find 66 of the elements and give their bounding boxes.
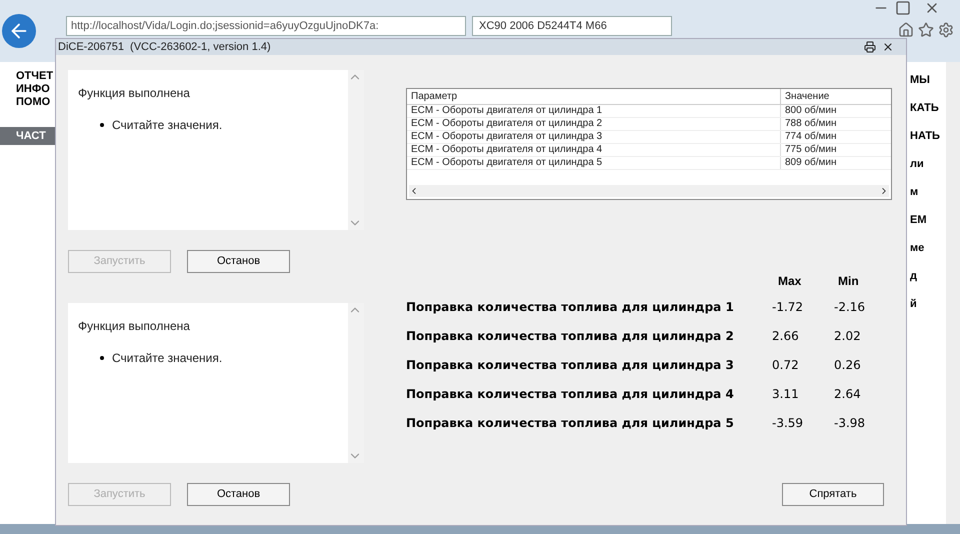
status-message: Функция выполнена xyxy=(78,85,191,102)
address-text: http://localhost/Vida/Login.do;jsessionid=a6yuyOzguUjnoDK7a: xyxy=(71,18,379,34)
max-value: 2.66 xyxy=(772,328,800,345)
window-title: DiCE-206751 xyxy=(58,40,124,55)
page-text: ме xyxy=(910,241,926,256)
favorites-icon[interactable] xyxy=(918,22,934,38)
result-label: Поправка количества топлива для цилиндра 2 xyxy=(406,328,735,345)
page-text: ли xyxy=(910,157,925,172)
result-label: Поправка количества топлива для цилиндра 1 xyxy=(406,299,735,316)
min-value: -3.98 xyxy=(834,415,866,432)
back-button[interactable] xyxy=(2,14,36,48)
table-cell: ECM - Обороты двигателя от цилиндра 1 xyxy=(407,105,781,117)
column-header[interactable]: Значение xyxy=(781,89,834,104)
stop-button[interactable]: Останов xyxy=(187,250,290,273)
table-cell-text: 800 об/мин xyxy=(784,105,838,117)
max-value: -1.72 xyxy=(772,299,804,316)
tab-title: XC90 2006 D5244T4 M66 xyxy=(479,18,607,34)
table-cell: ECM - Обороты двигателя от цилиндра 3 xyxy=(407,131,781,143)
table-cell: ECM - Обороты двигателя от цилиндра 4 xyxy=(407,144,781,156)
status-message: Функция выполнена xyxy=(78,318,191,335)
column-header: Min xyxy=(838,273,859,290)
instruction-text: Считайте значения. xyxy=(112,350,222,367)
section-header[interactable]: ЧАСТ xyxy=(0,127,56,145)
menu-item[interactable]: ОТЧЕТ xyxy=(0,70,56,83)
home-icon[interactable] xyxy=(898,22,914,38)
page-text: НАТЬ xyxy=(910,129,941,144)
window-subtitle: (VCC-263602-1, version 1.4) xyxy=(130,40,271,55)
menu-item[interactable]: ПОМО xyxy=(0,96,56,109)
result-label: Поправка количества топлива для цилиндра 3 xyxy=(406,357,735,374)
instruction-text: Считайте значения. xyxy=(112,117,222,134)
bullet-icon xyxy=(100,123,104,127)
min-value: 2.64 xyxy=(834,386,861,403)
column-header: Max xyxy=(778,273,802,290)
table-cell-text: 809 об/мин xyxy=(784,157,838,169)
table-cell: ECM - Обороты двигателя от цилиндра 2 xyxy=(407,118,781,130)
table-cell: ECM - Обороты двигателя от цилиндра 5 xyxy=(407,157,781,169)
min-value: -2.16 xyxy=(834,299,866,316)
page-text: ЕМ xyxy=(910,213,928,228)
page-text: м xyxy=(910,185,920,200)
settings-icon[interactable] xyxy=(938,22,954,38)
column-header[interactable]: Параметр xyxy=(407,89,781,104)
max-value: -3.59 xyxy=(772,415,804,432)
hide-button[interactable]: Спрятать xyxy=(782,483,884,506)
printer-icon[interactable] xyxy=(864,41,876,53)
page-text: КАТЬ xyxy=(910,101,940,116)
stop-button[interactable]: Останов xyxy=(187,483,290,506)
page-text: й xyxy=(910,297,918,312)
min-value: 0.26 xyxy=(834,357,861,374)
maximize-icon[interactable] xyxy=(894,0,912,16)
result-label: Поправка количества топлива для цилиндра 4 xyxy=(406,386,735,403)
horizontal-scrollbar[interactable] xyxy=(409,185,889,197)
max-value: 3.11 xyxy=(772,386,800,403)
table-cell-text: 774 об/мин xyxy=(784,131,838,143)
close-icon[interactable] xyxy=(882,41,894,53)
result-label: Поправка количества топлива для цилиндра 5 xyxy=(406,415,735,432)
min-value: 2.02 xyxy=(834,328,861,345)
table-cell-text: 775 об/мин xyxy=(784,144,838,156)
page-text: д xyxy=(910,269,918,284)
bullet-icon xyxy=(100,356,104,360)
address-bar[interactable]: http://localhost/Vida/Login.do;jsessionid=a6yuyOzguUjnoDK7a: xyxy=(66,16,466,36)
max-value: 0.72 xyxy=(772,357,800,374)
table-cell-text: 788 об/мин xyxy=(784,118,838,130)
page-text: МЫ xyxy=(910,73,931,88)
browser-tab[interactable]: XC90 2006 D5244T4 M66 xyxy=(472,16,672,36)
menu-item[interactable]: ИНФО xyxy=(0,83,56,96)
page-scrollbar[interactable] xyxy=(946,62,960,524)
